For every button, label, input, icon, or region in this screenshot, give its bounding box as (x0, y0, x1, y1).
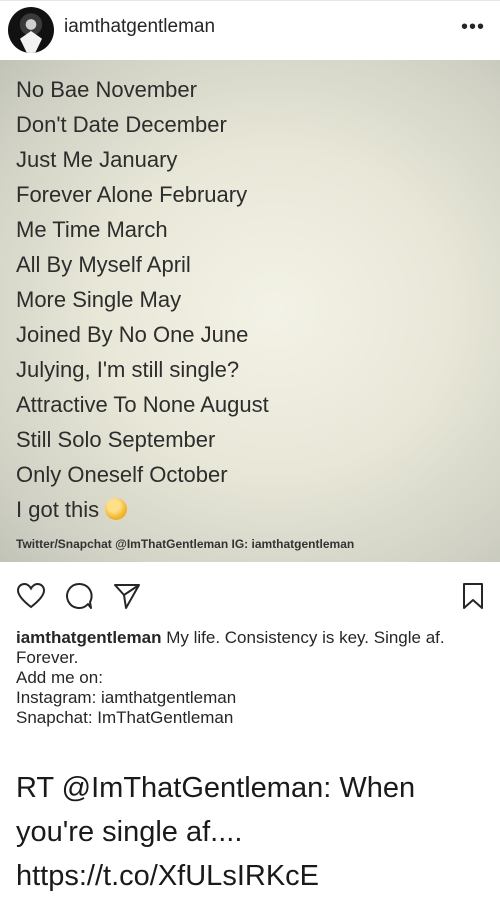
meme-line: No Bae November (16, 77, 197, 102)
meme-line-text: I got this (16, 497, 100, 522)
caption-line: Snapchat: ImThatGentleman (16, 708, 234, 727)
meme-line: Forever Alone February (16, 182, 248, 207)
post-image[interactable]: No Bae November Don't Date December Just… (0, 60, 500, 562)
tweet-text: RT @ImThatGentleman: When you're single … (16, 772, 416, 892)
meme-credit: Twitter/Snapchat @ImThatGentleman IG: ia… (16, 537, 355, 551)
send-icon[interactable] (112, 581, 142, 611)
meme-text-block: No Bae November Don't Date December Just… (16, 72, 486, 527)
caption-first-line: iamthatgentleman My life. Consistency is… (16, 628, 486, 668)
meme-line: More Single May (16, 287, 182, 312)
meme-line-last: I got this (16, 492, 486, 527)
post-header: iamthatgentleman ••• (0, 0, 500, 60)
meme-line: Attractive To None August (16, 392, 269, 417)
caption-line: Add me on: (16, 668, 103, 687)
avatar[interactable] (8, 7, 54, 53)
meme-line: Julying, I'm still single? (16, 357, 240, 382)
caption: iamthatgentleman My life. Consistency is… (16, 628, 486, 728)
meme-line: Don't Date December (16, 112, 227, 137)
ok-hand-emoji-icon (105, 498, 128, 520)
action-bar (0, 575, 500, 619)
caption-line: Instagram: iamthatgentleman (16, 688, 237, 707)
meme-line: Only Oneself October (16, 462, 228, 487)
bookmark-icon[interactable] (458, 581, 488, 611)
more-options-icon[interactable]: ••• (458, 17, 488, 37)
meme-line: Just Me January (16, 147, 178, 172)
meme-line: Me Time March (16, 217, 168, 242)
comment-icon[interactable] (64, 581, 94, 611)
heart-icon[interactable] (16, 581, 46, 611)
caption-username[interactable]: iamthatgentleman (16, 628, 161, 647)
meme-line: Joined By No One June (16, 322, 249, 347)
meme-line: Still Solo September (16, 427, 216, 452)
header-username[interactable]: iamthatgentleman (64, 16, 215, 38)
meme-line: All By Myself April (16, 252, 191, 277)
